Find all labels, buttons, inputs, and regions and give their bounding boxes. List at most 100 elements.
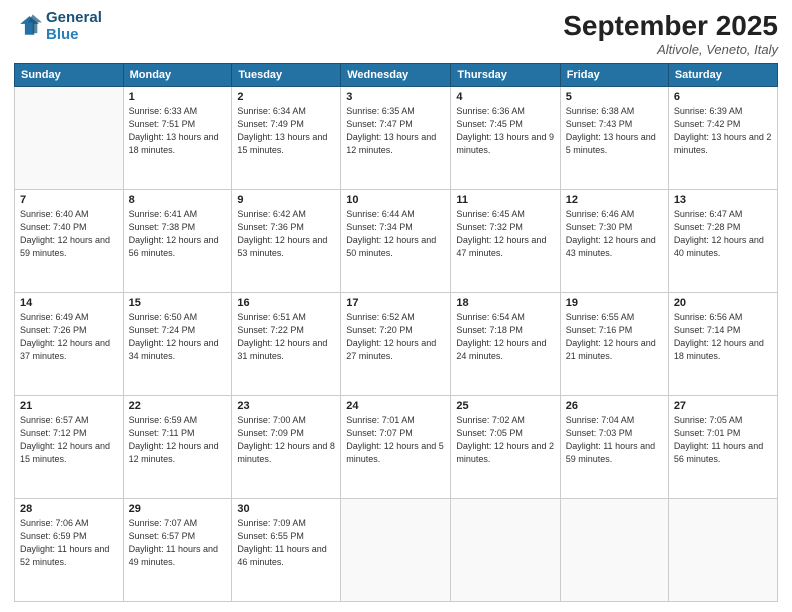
col-header-wednesday: Wednesday <box>341 64 451 87</box>
day-cell <box>15 87 124 190</box>
logo-icon <box>14 13 42 41</box>
week-row-1: 1Sunrise: 6:33 AMSunset: 7:51 PMDaylight… <box>15 87 778 190</box>
day-number: 8 <box>129 194 227 206</box>
day-number: 22 <box>129 400 227 412</box>
day-info: Sunrise: 7:02 AMSunset: 7:05 PMDaylight:… <box>456 414 554 466</box>
day-cell: 9Sunrise: 6:42 AMSunset: 7:36 PMDaylight… <box>232 190 341 293</box>
day-info: Sunrise: 6:33 AMSunset: 7:51 PMDaylight:… <box>129 105 227 157</box>
day-info: Sunrise: 6:36 AMSunset: 7:45 PMDaylight:… <box>456 105 554 157</box>
day-number: 12 <box>566 194 663 206</box>
title-area: September 2025 Altivole, Veneto, Italy <box>563 10 778 57</box>
day-info: Sunrise: 6:34 AMSunset: 7:49 PMDaylight:… <box>237 105 335 157</box>
day-number: 19 <box>566 297 663 309</box>
day-info: Sunrise: 6:39 AMSunset: 7:42 PMDaylight:… <box>674 105 772 157</box>
day-number: 27 <box>674 400 772 412</box>
day-cell: 20 Sunrise: 6:56 AMSunset: 7:14 PMDayligh… <box>668 293 777 396</box>
day-cell <box>560 499 668 602</box>
day-cell: 19Sunrise: 6:55 AMSunset: 7:16 PMDayligh… <box>560 293 668 396</box>
day-info: Sunrise: 6:44 AMSunset: 7:34 PMDaylight:… <box>346 208 445 260</box>
col-header-sunday: Sunday <box>15 64 124 87</box>
day-number: 21 <box>20 400 118 412</box>
day-cell: 25 Sunrise: 7:02 AMSunset: 7:05 PMDayligh… <box>451 396 560 499</box>
location: Altivole, Veneto, Italy <box>563 42 778 57</box>
calendar-page: General Blue September 2025 Altivole, Ve… <box>0 0 792 612</box>
day-number: 2 <box>237 91 335 103</box>
day-cell: 8 Sunrise: 6:41 AMSunset: 7:38 PMDaylight… <box>123 190 232 293</box>
day-number: 16 <box>237 297 335 309</box>
day-info: Sunrise: 7:07 AMSunset: 6:57 PMDaylight:… <box>129 517 227 569</box>
col-header-thursday: Thursday <box>451 64 560 87</box>
day-number: 4 <box>456 91 554 103</box>
day-info: Sunrise: 7:06 AMSunset: 6:59 PMDaylight:… <box>20 517 118 569</box>
logo: General Blue <box>14 10 102 43</box>
day-number: 24 <box>346 400 445 412</box>
day-number: 6 <box>674 91 772 103</box>
week-row-3: 14 Sunrise: 6:49 AMSunset: 7:26 PMDayligh… <box>15 293 778 396</box>
day-number: 20 <box>674 297 772 309</box>
day-cell: 6 Sunrise: 6:39 AMSunset: 7:42 PMDaylight… <box>668 87 777 190</box>
day-info: Sunrise: 6:38 AMSunset: 7:43 PMDaylight:… <box>566 105 663 157</box>
day-info: Sunrise: 7:05 AMSunset: 7:01 PMDaylight:… <box>674 414 772 466</box>
day-cell: 7 Sunrise: 6:40 AMSunset: 7:40 PMDaylight… <box>15 190 124 293</box>
day-cell: 15 Sunrise: 6:50 AMSunset: 7:24 PMDayligh… <box>123 293 232 396</box>
day-cell: 5 Sunrise: 6:38 AMSunset: 7:43 PMDaylight… <box>560 87 668 190</box>
day-info: Sunrise: 6:50 AMSunset: 7:24 PMDaylight:… <box>129 311 227 363</box>
day-cell: 26 Sunrise: 7:04 AMSunset: 7:03 PMDayligh… <box>560 396 668 499</box>
day-number: 17 <box>346 297 445 309</box>
day-cell: 1Sunrise: 6:33 AMSunset: 7:51 PMDaylight… <box>123 87 232 190</box>
calendar-header: SundayMondayTuesdayWednesdayThursdayFrid… <box>15 64 778 87</box>
day-number: 29 <box>129 503 227 515</box>
day-cell: 16 Sunrise: 6:51 AMSunset: 7:22 PMDayligh… <box>232 293 341 396</box>
day-number: 14 <box>20 297 118 309</box>
day-cell: 4 Sunrise: 6:36 AMSunset: 7:45 PMDaylight… <box>451 87 560 190</box>
day-cell: 27 Sunrise: 7:05 AMSunset: 7:01 PMDayligh… <box>668 396 777 499</box>
day-cell: 10 Sunrise: 6:44 AMSunset: 7:34 PMDayligh… <box>341 190 451 293</box>
day-cell: 18Sunrise: 6:54 AMSunset: 7:18 PMDayligh… <box>451 293 560 396</box>
day-cell <box>668 499 777 602</box>
day-number: 25 <box>456 400 554 412</box>
day-info: Sunrise: 6:49 AMSunset: 7:26 PMDaylight:… <box>20 311 118 363</box>
day-cell: 24 Sunrise: 7:01 AMSunset: 7:07 PMDayligh… <box>341 396 451 499</box>
calendar-body: 1Sunrise: 6:33 AMSunset: 7:51 PMDaylight… <box>15 87 778 602</box>
day-number: 23 <box>237 400 335 412</box>
day-cell: 11Sunrise: 6:45 AMSunset: 7:32 PMDayligh… <box>451 190 560 293</box>
day-cell: 22 Sunrise: 6:59 AMSunset: 7:11 PMDayligh… <box>123 396 232 499</box>
day-number: 26 <box>566 400 663 412</box>
day-info: Sunrise: 6:57 AMSunset: 7:12 PMDaylight:… <box>20 414 118 466</box>
day-cell: 14 Sunrise: 6:49 AMSunset: 7:26 PMDayligh… <box>15 293 124 396</box>
day-info: Sunrise: 6:56 AMSunset: 7:14 PMDaylight:… <box>674 311 772 363</box>
day-number: 15 <box>129 297 227 309</box>
col-header-saturday: Saturday <box>668 64 777 87</box>
day-number: 30 <box>237 503 335 515</box>
day-info: Sunrise: 6:46 AMSunset: 7:30 PMDaylight:… <box>566 208 663 260</box>
day-number: 3 <box>346 91 445 103</box>
day-number: 10 <box>346 194 445 206</box>
week-row-4: 21 Sunrise: 6:57 AMSunset: 7:12 PMDayligh… <box>15 396 778 499</box>
day-cell <box>451 499 560 602</box>
day-number: 7 <box>20 194 118 206</box>
day-info: Sunrise: 6:59 AMSunset: 7:11 PMDaylight:… <box>129 414 227 466</box>
day-info: Sunrise: 7:01 AMSunset: 7:07 PMDaylight:… <box>346 414 445 466</box>
day-number: 28 <box>20 503 118 515</box>
day-info: Sunrise: 6:52 AMSunset: 7:20 PMDaylight:… <box>346 311 445 363</box>
day-cell: 13Sunrise: 6:47 AMSunset: 7:28 PMDayligh… <box>668 190 777 293</box>
day-info: Sunrise: 6:40 AMSunset: 7:40 PMDaylight:… <box>20 208 118 260</box>
day-cell: 12 Sunrise: 6:46 AMSunset: 7:30 PMDayligh… <box>560 190 668 293</box>
day-info: Sunrise: 6:51 AMSunset: 7:22 PMDaylight:… <box>237 311 335 363</box>
calendar-table: SundayMondayTuesdayWednesdayThursdayFrid… <box>14 63 778 602</box>
day-info: Sunrise: 7:09 AMSunset: 6:55 PMDaylight:… <box>237 517 335 569</box>
day-info: Sunrise: 7:04 AMSunset: 7:03 PMDaylight:… <box>566 414 663 466</box>
day-number: 18 <box>456 297 554 309</box>
day-cell: 28 Sunrise: 7:06 AMSunset: 6:59 PMDayligh… <box>15 499 124 602</box>
day-cell: 21 Sunrise: 6:57 AMSunset: 7:12 PMDayligh… <box>15 396 124 499</box>
logo-text: General Blue <box>46 10 102 43</box>
day-info: Sunrise: 6:35 AMSunset: 7:47 PMDaylight:… <box>346 105 445 157</box>
col-header-tuesday: Tuesday <box>232 64 341 87</box>
month-title: September 2025 <box>563 10 778 42</box>
day-info: Sunrise: 6:41 AMSunset: 7:38 PMDaylight:… <box>129 208 227 260</box>
day-info: Sunrise: 7:00 AMSunset: 7:09 PMDaylight:… <box>237 414 335 466</box>
day-cell: 3 Sunrise: 6:35 AMSunset: 7:47 PMDaylight… <box>341 87 451 190</box>
day-cell: 29 Sunrise: 7:07 AMSunset: 6:57 PMDayligh… <box>123 499 232 602</box>
day-number: 5 <box>566 91 663 103</box>
week-row-5: 28 Sunrise: 7:06 AMSunset: 6:59 PMDayligh… <box>15 499 778 602</box>
